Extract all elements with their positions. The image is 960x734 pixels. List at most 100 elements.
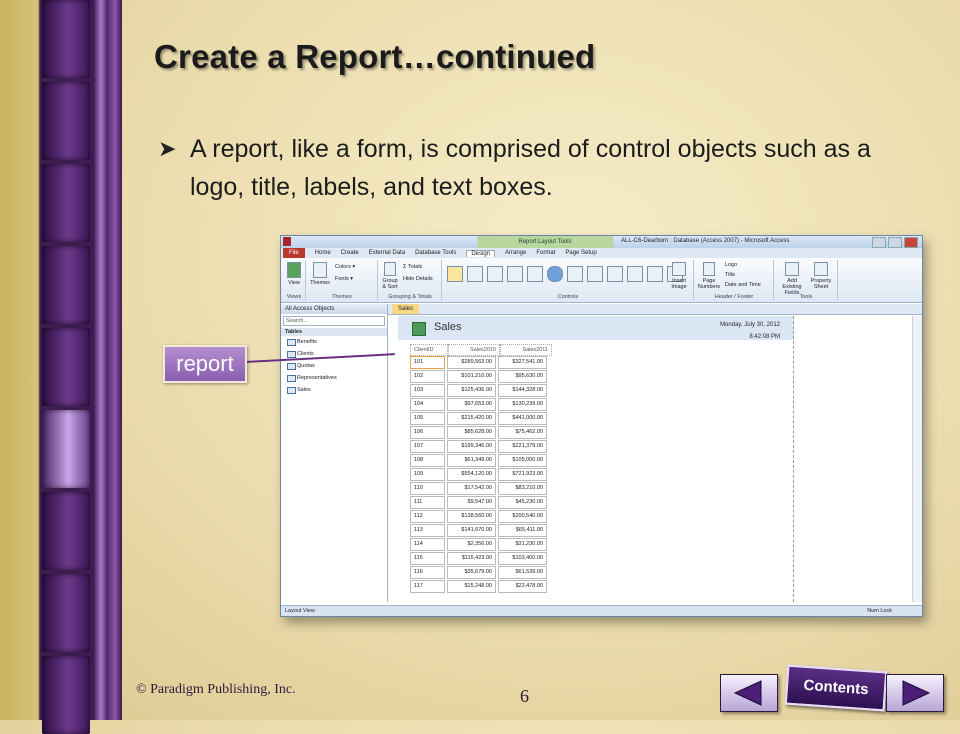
client-id-cell[interactable]: 112 — [410, 509, 445, 523]
client-id-cell[interactable]: 103 — [410, 383, 445, 397]
nav-item-sales[interactable]: Sales — [281, 384, 387, 396]
nav-section-tables[interactable]: Tables — [281, 328, 387, 336]
close-icon[interactable] — [904, 237, 918, 248]
sales2011-cell[interactable]: $61,539.00 — [498, 565, 547, 579]
client-id-cell[interactable]: 101 — [410, 355, 445, 369]
sales2011-cell[interactable]: $75,462.00 — [498, 425, 547, 439]
subreport-control-icon[interactable] — [567, 266, 583, 282]
logo-button[interactable]: Logo — [725, 262, 737, 268]
client-id-cell[interactable]: 117 — [410, 579, 445, 593]
sales2010-cell[interactable]: $141,670.00 — [447, 523, 496, 537]
tab-format[interactable]: Format — [536, 250, 555, 256]
sales2010-cell[interactable]: $17,542.00 — [447, 481, 496, 495]
report-date[interactable]: Monday, July 30, 2012 — [720, 322, 780, 328]
client-id-cell[interactable]: 104 — [410, 397, 445, 411]
sales2011-cell[interactable]: $103,400.00 — [498, 551, 547, 565]
totals-button[interactable]: Σ Totals — [403, 264, 422, 270]
sales2010-cell[interactable]: $35,679.00 — [447, 565, 496, 579]
nav-item-representatives[interactable]: Representatives — [281, 372, 387, 384]
sales2011-cell[interactable]: $65,411.00 — [498, 523, 547, 537]
minimize-icon[interactable] — [872, 237, 886, 248]
hide-details-button[interactable]: Hide Details — [403, 276, 433, 282]
client-id-cell[interactable]: 114 — [410, 537, 445, 551]
group-sort-button[interactable]: Group & Sort — [381, 262, 399, 290]
tab-page-setup[interactable]: Page Setup — [565, 250, 596, 256]
insert-image-button[interactable]: Insert Image — [667, 262, 691, 290]
sales2011-cell[interactable]: $95,630.00 — [498, 369, 547, 383]
client-id-cell[interactable]: 111 — [410, 495, 445, 509]
hyperlink-control-icon[interactable] — [547, 266, 563, 282]
themes-button[interactable]: Themes — [309, 262, 331, 286]
sales2011-cell[interactable]: $105,000.00 — [498, 453, 547, 467]
fonts-button[interactable]: Fonts ▾ — [335, 276, 353, 282]
sales2010-cell[interactable]: $215,420.00 — [447, 411, 496, 425]
sales2011-cell[interactable]: $31,230.00 — [498, 537, 547, 551]
client-id-cell[interactable]: 110 — [410, 481, 445, 495]
tab-control-icon[interactable] — [527, 266, 543, 282]
client-id-cell[interactable]: 107 — [410, 439, 445, 453]
add-fields-button[interactable]: Add Existing Fields — [777, 262, 807, 296]
sales2010-cell[interactable]: $554,120.00 — [447, 467, 496, 481]
tab-arrange[interactable]: Arrange — [505, 250, 526, 256]
sales2011-cell[interactable]: $441,000.00 — [498, 411, 547, 425]
client-id-cell[interactable]: 102 — [410, 369, 445, 383]
sales2011-cell[interactable]: $327,541.00 — [498, 355, 547, 369]
client-id-cell[interactable]: 113 — [410, 523, 445, 537]
sales2010-cell[interactable]: $15,248.00 — [447, 579, 496, 593]
nav-search-input[interactable]: Search... — [283, 316, 385, 326]
client-id-cell[interactable]: 106 — [410, 425, 445, 439]
doc-tab-sales[interactable]: Sales — [392, 304, 420, 314]
tab-file[interactable]: File — [283, 248, 305, 258]
checkbox-control-icon[interactable] — [607, 266, 623, 282]
sales2011-cell[interactable]: $45,230.00 — [498, 495, 547, 509]
page-numbers-button[interactable]: Page Numbers — [697, 262, 721, 290]
sales2011-cell[interactable]: $200,540.00 — [498, 509, 547, 523]
property-sheet-button[interactable]: Property Sheet — [807, 262, 835, 290]
vertical-scrollbar[interactable] — [912, 316, 922, 602]
sales2010-cell[interactable]: $101,210.00 — [447, 369, 496, 383]
title-button[interactable]: Title — [725, 272, 735, 278]
sales2010-cell[interactable]: $125,436.00 — [447, 383, 496, 397]
tab-create[interactable]: Create — [341, 250, 359, 256]
sales2010-cell[interactable]: $199,346.00 — [447, 439, 496, 453]
nav-item-benefits[interactable]: Benefits — [281, 336, 387, 348]
tab-design[interactable]: Design — [466, 249, 495, 257]
nav-header[interactable]: All Access Objects — [281, 304, 387, 314]
tab-database-tools[interactable]: Database Tools — [415, 250, 456, 256]
sales2011-cell[interactable]: $130,239.00 — [498, 397, 547, 411]
button-control-icon[interactable] — [507, 266, 523, 282]
sales2010-cell[interactable]: $289,563.00 — [447, 355, 496, 369]
nav-item-quotas[interactable]: Quotas — [281, 360, 387, 372]
client-id-cell[interactable]: 109 — [410, 467, 445, 481]
select-pointer-icon[interactable] — [447, 266, 463, 282]
label-control-icon[interactable] — [487, 266, 503, 282]
sales2011-cell[interactable]: $721,923.00 — [498, 467, 547, 481]
date-time-button[interactable]: Date and Time — [725, 282, 761, 288]
combo-control-icon[interactable] — [627, 266, 643, 282]
sales2010-cell[interactable]: $85,628.00 — [447, 425, 496, 439]
previous-slide-button[interactable] — [720, 674, 778, 712]
client-id-cell[interactable]: 108 — [410, 453, 445, 467]
view-button[interactable]: View — [285, 262, 303, 286]
chart-control-icon[interactable] — [587, 266, 603, 282]
sales2011-cell[interactable]: $144,328.00 — [498, 383, 547, 397]
client-id-cell[interactable]: 105 — [410, 411, 445, 425]
sales2011-cell[interactable]: $221,379.00 — [498, 439, 547, 453]
report-title[interactable]: Sales — [434, 321, 462, 333]
contents-button[interactable]: Contents — [784, 664, 888, 712]
textbox-control-icon[interactable] — [467, 266, 483, 282]
report-logo-icon[interactable] — [412, 322, 426, 336]
report-time[interactable]: 8:42:08 PM — [749, 334, 780, 340]
sales2011-cell[interactable]: $83,210.00 — [498, 481, 547, 495]
colors-button[interactable]: Colors ▾ — [335, 264, 355, 270]
client-id-cell[interactable]: 116 — [410, 565, 445, 579]
sales2010-cell[interactable]: $61,349.00 — [447, 453, 496, 467]
sales2010-cell[interactable]: $138,560.00 — [447, 509, 496, 523]
client-id-cell[interactable]: 115 — [410, 551, 445, 565]
tab-home[interactable]: Home — [315, 250, 331, 256]
sales2010-cell[interactable]: $2,356.00 — [447, 537, 496, 551]
attachment-control-icon[interactable] — [647, 266, 663, 282]
sales2010-cell[interactable]: $97,653.00 — [447, 397, 496, 411]
tab-external-data[interactable]: External Data — [369, 250, 405, 256]
next-slide-button[interactable] — [886, 674, 944, 712]
